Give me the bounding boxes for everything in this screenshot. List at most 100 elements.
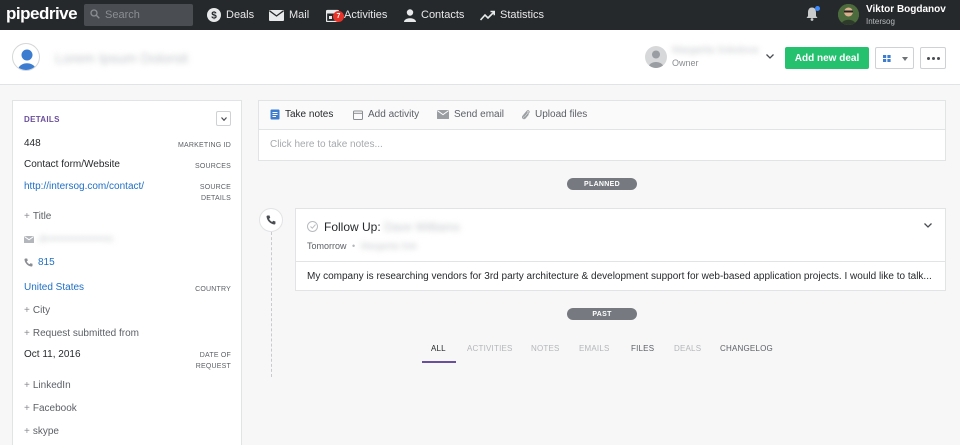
source-details-label-line1: SOURCE — [199, 184, 231, 191]
search-input[interactable]: Search — [84, 4, 193, 26]
filter-files[interactable]: FILES — [631, 344, 654, 353]
nav-deals[interactable]: $ Deals — [207, 0, 254, 30]
card-divider — [296, 261, 945, 262]
nav-statistics[interactable]: Statistics — [480, 0, 544, 30]
sources-label: SOURCES — [194, 163, 231, 170]
add-request-submitted-field[interactable]: + Request submitted from — [24, 328, 139, 339]
phone-value: 815 — [38, 257, 55, 268]
phone-icon — [266, 215, 276, 225]
more-actions-button[interactable] — [920, 47, 946, 69]
check-icon — [310, 224, 316, 229]
tab-send-email[interactable]: Send email — [437, 109, 504, 120]
filter-deals[interactable]: DEALS — [674, 344, 701, 353]
planned-divider: PLANNED — [567, 178, 637, 190]
plus-icon: + — [24, 305, 30, 316]
filter-changelog[interactable]: CHANGELOG — [720, 344, 773, 353]
tab-take-notes[interactable]: Take notes — [270, 109, 333, 120]
nav-activities-label: Activities — [344, 9, 388, 21]
nav-deals-label: Deals — [226, 9, 255, 21]
nav-contacts[interactable]: Contacts — [404, 0, 464, 30]
add-title-field[interactable]: + Title — [24, 211, 51, 222]
owner-avatar[interactable] — [645, 46, 667, 68]
notes-input[interactable]: Click here to take notes... — [270, 139, 383, 150]
owner-name[interactable]: Margarita Sokolova — [672, 45, 758, 56]
email-row[interactable]: d••••••••••••••••••n — [24, 234, 113, 245]
calendar-icon — [353, 110, 363, 120]
nav-mail[interactable]: Mail — [269, 0, 309, 30]
user-avatar[interactable] — [838, 4, 859, 25]
owner-placeholder-icon — [648, 50, 664, 68]
date-label-line2: REQUEST — [195, 363, 231, 370]
add-linkedin-field[interactable]: + LinkedIn — [24, 380, 71, 391]
country-value[interactable]: United States — [24, 282, 84, 293]
sources-value[interactable]: Contact form/Website — [24, 159, 120, 170]
plus-icon: + — [24, 426, 30, 437]
svg-text:$: $ — [211, 11, 217, 22]
mark-done-checkbox[interactable] — [307, 221, 318, 232]
pipedrive-logo[interactable]: pipedrive — [6, 4, 78, 24]
person-avatar[interactable] — [12, 43, 40, 71]
add-skype-field[interactable]: + skype — [24, 426, 59, 437]
note-composer: Take notes Add activity Send email Uploa… — [258, 100, 946, 161]
nav-contacts-label: Contacts — [421, 9, 465, 21]
date-of-request-label: DATE OF REQUEST — [196, 350, 231, 372]
date-of-request-value[interactable]: Oct 11, 2016 — [24, 349, 81, 360]
nav-activities[interactable]: 7 Activities — [325, 0, 388, 30]
user-photo — [838, 4, 859, 25]
activity-card[interactable]: Follow Up: Dave Williams Tomorrow • Marg… — [295, 208, 946, 291]
activity-title-blurred: Dave Williams — [384, 220, 461, 234]
tab-take-notes-label: Take notes — [285, 109, 334, 120]
request-submitted-label: Request submitted from — [32, 328, 140, 339]
chevron-down-icon — [902, 57, 908, 61]
tab-send-email-label: Send email — [454, 109, 505, 120]
activities-count-badge: 7 — [333, 10, 344, 22]
activity-title[interactable]: Follow Up: Dave Williams — [324, 220, 460, 234]
filter-emails[interactable]: EMAILS — [579, 344, 610, 353]
add-city-field[interactable]: + City — [24, 305, 50, 316]
marketing-id-value[interactable]: 448 — [24, 138, 41, 149]
dot-icon — [926, 56, 930, 60]
date-label-line1: DATE OF — [199, 352, 231, 359]
dollar-icon: $ — [207, 8, 221, 22]
activity-meta: Tomorrow • Margarita Sok — [307, 241, 417, 251]
user-name[interactable]: Viktor Bogdanov — [866, 4, 946, 15]
plus-icon: + — [24, 380, 30, 391]
tab-upload-files[interactable]: Upload files — [521, 109, 587, 120]
title-field-label: Title — [32, 211, 52, 222]
chevron-down-icon — [221, 117, 227, 121]
tab-add-activity[interactable]: Add activity — [353, 109, 419, 120]
person-header: Lorem Ipsum Dolorsit Margarita Sokolova … — [0, 30, 960, 85]
details-panel: DETAILS 448 MARKETING ID Contact form/We… — [12, 100, 242, 445]
nav-statistics-label: Statistics — [500, 9, 545, 21]
activity-title-text: Follow Up: — [324, 220, 381, 234]
composer-tabs: Take notes Add activity Send email Uploa… — [259, 101, 945, 130]
email-value: d••••••••••••••••••n — [39, 234, 114, 245]
activity-assignee: Margarita Sok — [360, 241, 417, 251]
filter-notes[interactable]: NOTES — [531, 344, 560, 353]
filter-all[interactable]: ALL — [431, 344, 446, 353]
top-nav-bar: pipedrive Search $ Deals Mail 7 Activiti… — [0, 0, 960, 30]
tab-upload-files-label: Upload files — [535, 109, 588, 120]
notification-dot — [815, 6, 820, 11]
meta-separator: • — [352, 241, 356, 251]
source-details-link[interactable]: http://intersog.com/contact/ — [24, 181, 144, 192]
paperclip-icon — [522, 110, 530, 120]
person-icon — [404, 8, 416, 22]
plus-icon: + — [24, 403, 30, 414]
view-switcher-button[interactable] — [875, 47, 914, 69]
facebook-label: Facebook — [32, 403, 77, 414]
tab-add-activity-label: Add activity — [368, 109, 420, 120]
chart-icon — [480, 10, 495, 21]
add-new-deal-button[interactable]: Add new deal — [785, 47, 869, 69]
filter-activities[interactable]: ACTIVITIES — [467, 344, 513, 353]
chevron-down-icon[interactable] — [766, 54, 774, 59]
mail-icon — [24, 236, 34, 243]
phone-row[interactable]: 815 — [24, 257, 55, 268]
details-collapse-button[interactable] — [216, 111, 231, 126]
person-name[interactable]: Lorem Ipsum Dolorsit — [55, 50, 188, 66]
activity-due: Tomorrow — [307, 241, 347, 251]
chevron-down-icon[interactable] — [924, 223, 932, 228]
note-icon — [270, 109, 280, 120]
add-facebook-field[interactable]: + Facebook — [24, 403, 77, 414]
phone-icon — [24, 258, 33, 267]
